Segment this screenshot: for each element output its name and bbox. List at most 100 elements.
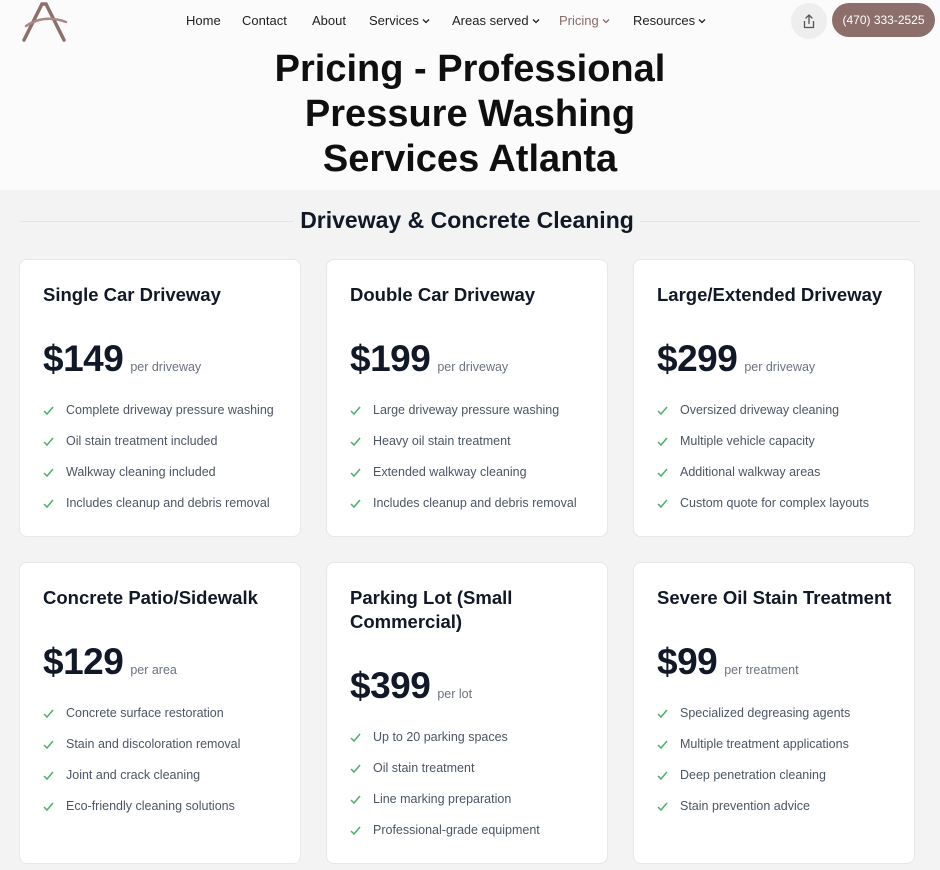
check-icon bbox=[350, 795, 361, 805]
feature-item: Custom quote for complex layouts bbox=[657, 496, 904, 527]
feature-item: Includes cleanup and debris removal bbox=[350, 496, 597, 527]
feature-item: Heavy oil stain treatment bbox=[350, 434, 597, 465]
feature-item: Stain prevention advice bbox=[657, 799, 904, 830]
check-icon bbox=[657, 437, 668, 447]
check-icon bbox=[43, 802, 54, 812]
feature-text: Professional-grade equipment bbox=[373, 823, 540, 837]
pricing-card: Large/Extended Driveway $299 per drivewa… bbox=[633, 259, 915, 537]
feature-item: Line marking preparation bbox=[350, 792, 597, 823]
nav-resources-label: Resources bbox=[633, 13, 696, 28]
nav-about[interactable]: About bbox=[312, 13, 346, 28]
feature-text: Concrete surface restoration bbox=[66, 706, 224, 720]
feature-text: Includes cleanup and debris removal bbox=[373, 496, 577, 510]
feature-item: Large driveway pressure washing bbox=[350, 403, 597, 434]
feature-item: Deep penetration cleaning bbox=[657, 768, 904, 799]
feature-text: Eco-friendly cleaning solutions bbox=[66, 799, 235, 813]
nav-areas-served-label: Areas served bbox=[452, 13, 529, 28]
price: $199 bbox=[350, 338, 431, 379]
chevron-down-icon bbox=[422, 18, 430, 23]
share-button[interactable] bbox=[791, 3, 827, 39]
feature-item: Walkway cleaning included bbox=[43, 465, 290, 496]
check-icon bbox=[350, 437, 361, 447]
feature-item: Eco-friendly cleaning solutions bbox=[43, 799, 290, 830]
nav-resources[interactable]: Resources bbox=[633, 13, 706, 28]
logo[interactable] bbox=[20, 0, 68, 42]
check-icon bbox=[43, 468, 54, 478]
check-icon bbox=[657, 771, 668, 781]
nav-home[interactable]: Home bbox=[186, 13, 221, 28]
nav-areas-served[interactable]: Areas served bbox=[452, 13, 540, 28]
feature-list: Oversized driveway cleaning Multiple veh… bbox=[657, 403, 904, 527]
check-icon bbox=[657, 802, 668, 812]
check-icon bbox=[657, 740, 668, 750]
pricing-card: Double Car Driveway $199 per driveway La… bbox=[326, 259, 608, 537]
nav-contact[interactable]: Contact bbox=[242, 13, 287, 28]
price: $99 bbox=[657, 641, 718, 682]
feature-text: Multiple vehicle capacity bbox=[680, 434, 815, 448]
feature-text: Large driveway pressure washing bbox=[373, 403, 560, 417]
feature-text: Deep penetration cleaning bbox=[680, 768, 826, 782]
chevron-down-icon bbox=[698, 18, 706, 23]
page-title-line: Pricing - Professional bbox=[274, 48, 666, 90]
price-unit: per treatment bbox=[724, 663, 799, 677]
pricing-card: Severe Oil Stain Treatment $99 per treat… bbox=[633, 562, 915, 864]
price: $399 bbox=[350, 665, 431, 706]
chevron-down-icon bbox=[532, 18, 540, 23]
check-icon bbox=[43, 499, 54, 509]
feature-item: Includes cleanup and debris removal bbox=[43, 496, 290, 527]
section-title: Driveway & Concrete Cleaning bbox=[0, 207, 934, 235]
feature-item: Oil stain treatment included bbox=[43, 434, 290, 465]
check-icon bbox=[43, 771, 54, 781]
check-icon bbox=[350, 764, 361, 774]
price: $299 bbox=[657, 338, 738, 379]
price-row: $129 per area bbox=[43, 641, 177, 683]
price-row: $399 per lot bbox=[350, 665, 472, 707]
price: $149 bbox=[43, 338, 124, 379]
price-row: $199 per driveway bbox=[350, 338, 508, 380]
feature-text: Stain prevention advice bbox=[680, 799, 810, 813]
check-icon bbox=[350, 406, 361, 416]
card-title: Concrete Patio/Sidewalk bbox=[43, 587, 258, 608]
feature-item: Stain and discoloration removal bbox=[43, 737, 290, 768]
price-row: $299 per driveway bbox=[657, 338, 815, 380]
page-title-line: Pressure Washing bbox=[304, 93, 636, 135]
feature-text: Oversized driveway cleaning bbox=[680, 403, 840, 417]
card-title: Large/Extended Driveway bbox=[657, 284, 883, 305]
card-title: Parking Lot (Small Commercial) bbox=[350, 587, 513, 632]
check-icon bbox=[350, 468, 361, 478]
nav-pricing[interactable]: Pricing bbox=[559, 13, 610, 28]
feature-item: Oil stain treatment bbox=[350, 761, 597, 792]
price-unit: per driveway bbox=[744, 360, 816, 374]
nav-services-label: Services bbox=[369, 13, 419, 28]
check-icon bbox=[43, 406, 54, 416]
check-icon bbox=[350, 499, 361, 509]
feature-item: Extended walkway cleaning bbox=[350, 465, 597, 496]
check-icon bbox=[350, 826, 361, 836]
feature-item: Up to 20 parking spaces bbox=[350, 730, 597, 761]
feature-list: Complete driveway pressure washing Oil s… bbox=[43, 403, 290, 527]
price-row: $99 per treatment bbox=[657, 641, 799, 683]
feature-text: Custom quote for complex layouts bbox=[680, 496, 869, 510]
feature-list: Specialized degreasing agents Multiple t… bbox=[657, 706, 904, 830]
share-icon bbox=[803, 13, 815, 28]
card-title: Severe Oil Stain Treatment bbox=[657, 587, 892, 608]
check-icon bbox=[43, 740, 54, 750]
feature-text: Stain and discoloration removal bbox=[66, 737, 241, 751]
pricing-card: Concrete Patio/Sidewalk $129 per area Co… bbox=[19, 562, 301, 864]
page-title: Pricing - Professional Pressure Washing … bbox=[0, 47, 940, 182]
feature-item: Concrete surface restoration bbox=[43, 706, 290, 737]
check-icon bbox=[657, 709, 668, 719]
feature-text: Heavy oil stain treatment bbox=[373, 434, 511, 448]
feature-item: Joint and crack cleaning bbox=[43, 768, 290, 799]
nav-contact-label: Contact bbox=[242, 13, 287, 28]
feature-text: Line marking preparation bbox=[373, 792, 512, 806]
price-row: $149 per driveway bbox=[43, 338, 201, 380]
chevron-down-icon bbox=[602, 18, 610, 23]
price-unit: per lot bbox=[437, 687, 473, 701]
nav-services[interactable]: Services bbox=[369, 13, 430, 28]
feature-text: Oil stain treatment included bbox=[66, 434, 218, 448]
feature-item: Additional walkway areas bbox=[657, 465, 904, 496]
phone-button[interactable]: (470) 333-2525 bbox=[832, 3, 935, 37]
feature-text: Multiple treatment applications bbox=[680, 737, 849, 751]
feature-text: Up to 20 parking spaces bbox=[373, 730, 508, 744]
